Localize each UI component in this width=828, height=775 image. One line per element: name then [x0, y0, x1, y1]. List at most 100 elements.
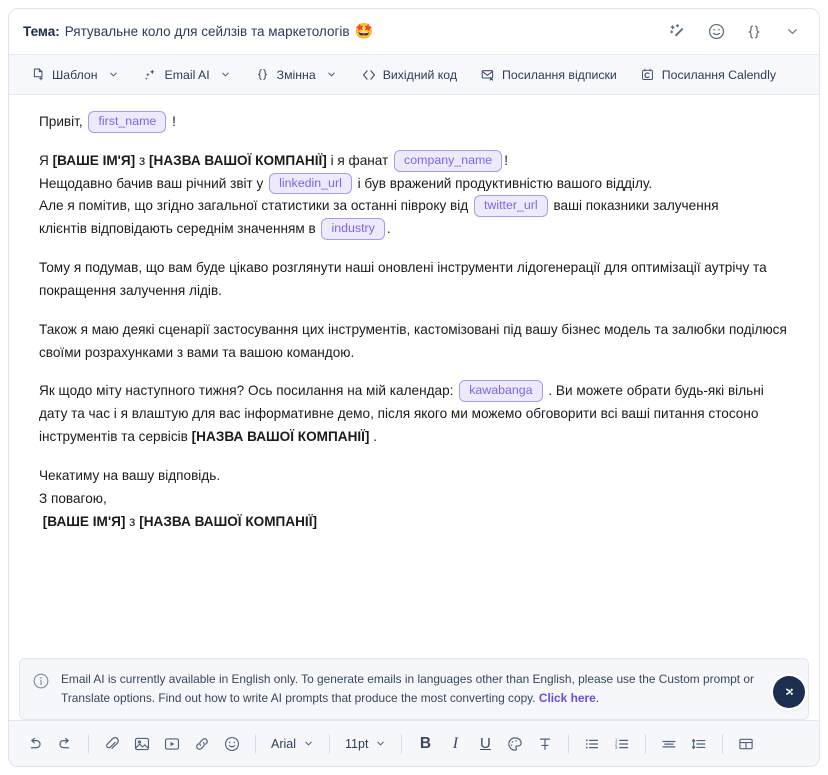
- toolbar-item-label: Email AI: [164, 67, 210, 82]
- toolbar-item-email-ai[interactable]: Email AI: [136, 63, 239, 87]
- variable-chip-company-name[interactable]: company_name: [394, 149, 503, 172]
- italic-button[interactable]: I: [441, 730, 469, 758]
- intro-line: Я [ВАШЕ ІМ'Я] з [НАЗВА ВАШОЇ КОМПАНІЇ] і…: [39, 149, 795, 173]
- variable-braces-icon[interactable]: [743, 21, 765, 43]
- toolbar-item-variable[interactable]: Змінна: [248, 63, 345, 87]
- variable-chip-first-name[interactable]: first_name: [88, 111, 167, 133]
- redo-icon[interactable]: [51, 730, 79, 758]
- your-company-placeholder: [НАЗВА ВАШОЇ КОМПАНІЇ]: [191, 429, 370, 445]
- notice-message: Email AI is currently available in Engli…: [61, 672, 754, 705]
- video-icon[interactable]: [158, 730, 186, 758]
- bold-button[interactable]: B: [411, 730, 439, 758]
- chevron-down-icon[interactable]: [326, 69, 338, 81]
- intro-text-c: і я фанат: [326, 152, 393, 168]
- report-line: Нещодавно бачив ваш річний звіт у linked…: [39, 172, 795, 196]
- underline-button[interactable]: U: [471, 730, 499, 758]
- signature-mid: з: [125, 513, 140, 529]
- font-family-value: Arial: [271, 736, 297, 751]
- template-icon: [30, 67, 46, 83]
- email-editor-window: Тема: Рятувальне коло для сейлзів та мар…: [8, 8, 820, 767]
- toolbar-item-calendly-link[interactable]: Посилання Calendly: [633, 63, 783, 87]
- stats-text-a: Але я помітив, що згідно загальної стати…: [39, 198, 469, 214]
- toolbar-divider: [645, 733, 647, 754]
- undo-icon[interactable]: [21, 730, 49, 758]
- toolbar-item-label: Посилання відписки: [502, 67, 617, 82]
- emoji-icon[interactable]: [218, 730, 246, 758]
- signature-company: [НАЗВА ВАШОЇ КОМПАНІЇ]: [139, 513, 317, 529]
- paragraph-tools: Тому я подумав, що вам буде цікаво розгл…: [39, 260, 767, 298]
- editor-toolbar: Шаблон Email AI Змінна Вихідний код Поси…: [9, 55, 819, 95]
- toolbar-item-label: Змінна: [276, 67, 316, 82]
- report-text-a: Нещодавно бачив ваш річний звіт у: [39, 175, 264, 191]
- subject-line[interactable]: Тема: Рятувальне коло для сейлзів та мар…: [23, 24, 373, 39]
- report-text-b: і був вражений продуктивністю вашого від…: [357, 175, 653, 191]
- calendly-icon: [640, 67, 656, 83]
- toolbar-divider: [568, 733, 570, 754]
- closing-line-1: Чекатиму на вашу відповідь.: [39, 467, 221, 483]
- paragraph-meeting: Як щодо міту наступного тижня? Ось посил…: [39, 380, 795, 448]
- paragraph-usecases: Також я маю деякі сценарії застосування …: [39, 321, 787, 360]
- toolbar-divider: [329, 733, 331, 754]
- font-family-select[interactable]: Arial: [265, 734, 320, 754]
- industry-line: клієнтів відповідають середнім значенням…: [39, 218, 795, 241]
- code-icon: [361, 67, 377, 83]
- attachment-icon[interactable]: [98, 730, 126, 758]
- toolbar-divider: [255, 733, 256, 754]
- language-notice-banner: Email AI is currently available in Engli…: [19, 658, 809, 720]
- line-height-icon[interactable]: [685, 730, 713, 758]
- variable-chip-kawabanga[interactable]: kawabanga: [459, 380, 543, 403]
- subject-bar: Тема: Рятувальне коло для сейлзів та мар…: [9, 9, 819, 55]
- image-icon[interactable]: [128, 730, 156, 758]
- toolbar-item-label: Посилання Calendly: [661, 67, 776, 82]
- font-size-value: 11pt: [345, 736, 369, 751]
- sparkle-icon: [143, 67, 159, 83]
- industry-text-b: .: [386, 221, 391, 237]
- toolbar-item-unsubscribe-link[interactable]: Посилання відписки: [473, 63, 624, 87]
- variable-chip-linkedin-url[interactable]: linkedin_url: [269, 172, 352, 195]
- subject-label: Тема:: [23, 24, 60, 39]
- text-color-icon[interactable]: [501, 730, 529, 758]
- variable-chip-twitter-url[interactable]: twitter_url: [473, 195, 548, 218]
- italic-label: I: [452, 734, 459, 752]
- clear-format-icon[interactable]: [531, 730, 559, 758]
- toolbar-item-template[interactable]: Шаблон: [23, 63, 127, 87]
- chevron-down-icon: [375, 738, 386, 749]
- intro-text-a: Я: [39, 152, 53, 168]
- emoji-icon[interactable]: [705, 21, 727, 43]
- table-icon[interactable]: [732, 730, 760, 758]
- magic-wand-icon[interactable]: [667, 21, 689, 43]
- info-icon: [32, 672, 50, 690]
- format-toolbar: Arial 11pt B I U 1 2 3: [9, 720, 819, 766]
- stats-text-b: ваші показники залучення: [553, 198, 719, 214]
- toolbar-item-label: Вихідний код: [382, 67, 458, 82]
- intro-text-d: !: [504, 152, 508, 168]
- email-body-editor[interactable]: Привіт, first_name ! Я [ВАШЕ ІМ'Я] з [НА…: [9, 95, 819, 659]
- font-size-select[interactable]: 11pt: [339, 734, 392, 754]
- unsubscribe-mail-icon: [480, 67, 496, 83]
- greeting-prefix: Привіт,: [39, 114, 83, 129]
- chevron-down-icon[interactable]: [781, 21, 803, 43]
- chevron-down-icon[interactable]: [108, 69, 120, 81]
- stats-line: Але я помітив, що згідно загальної стати…: [39, 195, 795, 218]
- variable-chip-industry[interactable]: industry: [321, 218, 385, 241]
- numbered-list-icon[interactable]: 1 2 3: [608, 730, 636, 758]
- align-icon[interactable]: [655, 730, 683, 758]
- braces-icon: [255, 67, 271, 83]
- meeting-text-a: Як щодо міту наступного тижня? Ось посил…: [39, 383, 454, 399]
- intro-text-b: з: [135, 152, 150, 168]
- your-company-placeholder: [НАЗВА ВАШОЇ КОМПАНІЇ]: [149, 152, 327, 168]
- your-name-placeholder: [ВАШЕ ІМ'Я]: [52, 152, 136, 168]
- assistant-chat-button[interactable]: [773, 676, 805, 708]
- toolbar-item-source-code[interactable]: Вихідний код: [354, 63, 464, 87]
- toolbar-item-label: Шаблон: [52, 67, 98, 82]
- bold-label: B: [419, 734, 432, 752]
- greeting-suffix: !: [172, 114, 176, 129]
- bullet-list-icon[interactable]: [578, 730, 606, 758]
- subject-value[interactable]: Рятувальне коло для сейлзів та маркетоло…: [65, 24, 350, 39]
- chevron-down-icon[interactable]: [220, 69, 232, 81]
- click-here-link[interactable]: Click here: [539, 691, 596, 705]
- link-icon[interactable]: [188, 730, 216, 758]
